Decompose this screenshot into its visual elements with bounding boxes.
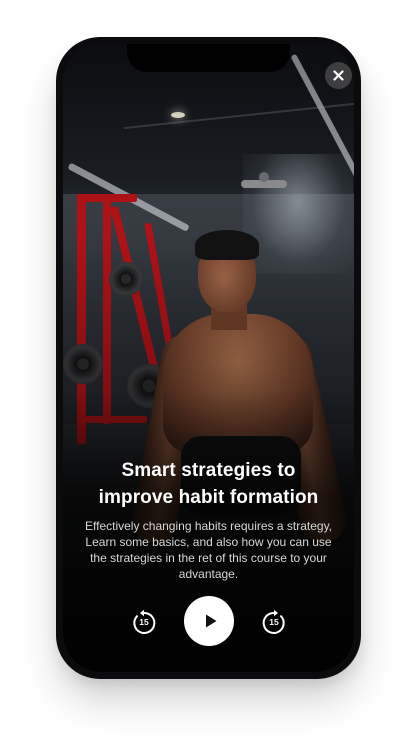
lesson-title-line-1: Smart strategies to [121, 460, 296, 481]
device-frame: Smart strategies to improve habit format… [56, 37, 361, 679]
skip-back-seconds: 15 [139, 617, 149, 627]
lesson-title-line-2: improve habit formation [98, 487, 319, 508]
lesson-description: Effectively changing habits requires a s… [84, 519, 333, 581]
play-button[interactable] [184, 596, 234, 646]
play-icon [205, 614, 216, 628]
lesson-title: Smart strategies to improve habit format… [75, 457, 342, 511]
stage: Smart strategies to improve habit format… [0, 0, 417, 755]
player-controls: 15 15 [63, 596, 354, 648]
close-button[interactable] [325, 62, 352, 89]
device-notch [127, 44, 290, 72]
skip-back-button[interactable]: 15 [129, 608, 159, 638]
skip-forward-seconds: 15 [269, 617, 279, 627]
lesson-screen: Smart strategies to improve habit format… [63, 44, 354, 672]
skip-forward-button[interactable]: 15 [259, 608, 289, 638]
close-icon [333, 70, 344, 81]
